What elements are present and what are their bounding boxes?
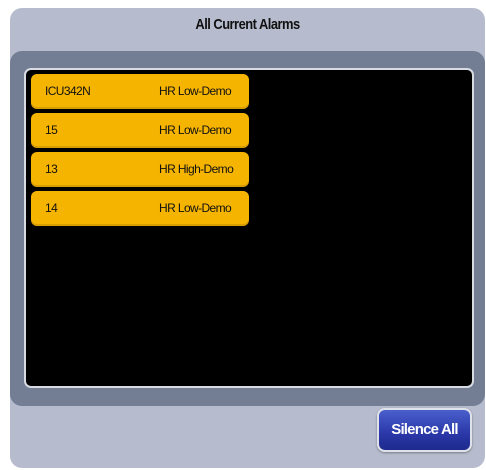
alarm-item[interactable]: 14 HR Low-Demo bbox=[31, 191, 249, 226]
alarm-list: ICU342N HR Low-Demo 15 HR Low-Demo 13 HR… bbox=[31, 74, 249, 230]
alarm-bed-label: 13 bbox=[45, 162, 58, 176]
alarms-dialog: All Current Alarms ICU342N HR Low-Demo 1… bbox=[10, 8, 485, 468]
alarm-item[interactable]: ICU342N HR Low-Demo bbox=[31, 74, 249, 109]
alarm-item[interactable]: 13 HR High-Demo bbox=[31, 152, 249, 187]
dialog-title: All Current Alarms bbox=[195, 16, 300, 33]
alarm-bed-label: ICU342N bbox=[45, 84, 91, 98]
alarm-list-area: ICU342N HR Low-Demo 15 HR Low-Demo 13 HR… bbox=[24, 68, 474, 388]
alarm-message: HR Low-Demo bbox=[159, 201, 232, 215]
alarm-message: HR Low-Demo bbox=[159, 123, 232, 137]
silence-all-button[interactable]: Silence All bbox=[377, 408, 472, 452]
alarm-message: HR High-Demo bbox=[159, 162, 234, 176]
alarm-message: HR Low-Demo bbox=[159, 84, 232, 98]
alarm-bed-label: 15 bbox=[45, 123, 58, 137]
alarm-bed-label: 14 bbox=[45, 201, 58, 215]
alarms-panel: ICU342N HR Low-Demo 15 HR Low-Demo 13 HR… bbox=[10, 51, 485, 406]
alarm-item[interactable]: 15 HR Low-Demo bbox=[31, 113, 249, 148]
